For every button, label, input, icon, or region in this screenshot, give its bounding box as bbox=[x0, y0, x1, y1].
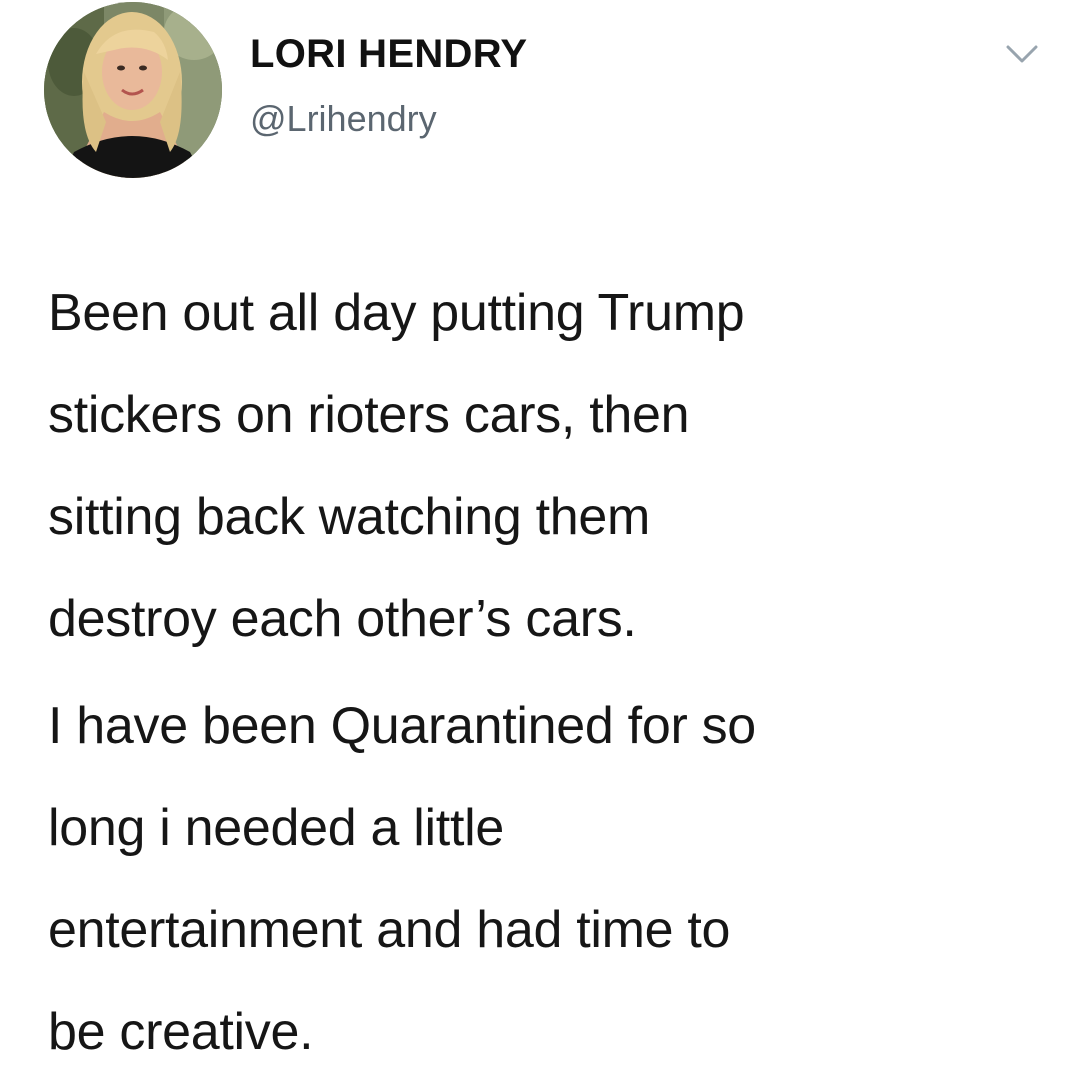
tweet-paragraph-2: I have been Quarantined for so long i ne… bbox=[48, 697, 756, 1061]
tweet-paragraph-1: Been out all day putting Trump stickers … bbox=[48, 284, 745, 648]
avatar[interactable] bbox=[44, 2, 222, 178]
tweet-body: Been out all day putting Trump stickers … bbox=[48, 262, 1048, 1083]
tweet-header: LORI HENDRY @Lrihendry bbox=[44, 2, 1044, 178]
avatar-image bbox=[44, 2, 222, 178]
author-display-name[interactable]: LORI HENDRY bbox=[250, 32, 527, 77]
chevron-down-icon[interactable] bbox=[1002, 38, 1042, 68]
author-handle[interactable]: @Lrihendry bbox=[250, 98, 437, 140]
tweet-card: LORI HENDRY @Lrihendry Been out all day … bbox=[0, 0, 1080, 1075]
